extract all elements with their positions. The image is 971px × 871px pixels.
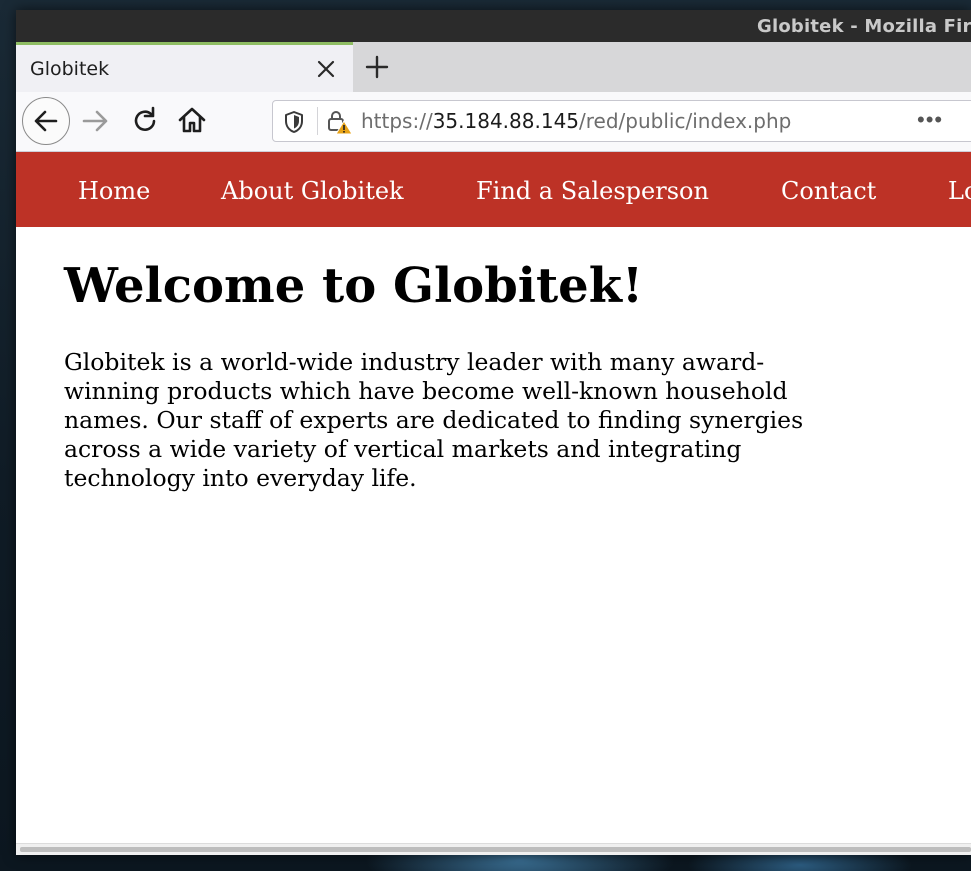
lock-warning-icon[interactable] bbox=[327, 109, 353, 135]
shield-icon[interactable] bbox=[283, 110, 305, 134]
url-scheme: https:// bbox=[361, 109, 433, 133]
nav-link-home[interactable]: Home bbox=[78, 177, 150, 205]
tab-label: Globitek bbox=[30, 58, 110, 80]
url-text[interactable]: https://35.184.88.145/red/public/index.p… bbox=[361, 109, 791, 133]
nav-link-login[interactable]: Login bbox=[948, 177, 971, 205]
back-button[interactable] bbox=[22, 97, 70, 145]
home-icon[interactable] bbox=[176, 104, 208, 136]
url-host: 35.184.88.145 bbox=[432, 109, 580, 133]
back-arrow-icon bbox=[34, 110, 58, 132]
tab-strip: Globitek bbox=[16, 42, 971, 92]
close-icon[interactable] bbox=[314, 57, 338, 81]
nav-link-about[interactable]: About Globitek bbox=[221, 177, 404, 205]
url-separator bbox=[317, 107, 318, 135]
scrollbar-thumb[interactable] bbox=[20, 847, 971, 852]
reload-icon[interactable] bbox=[129, 105, 161, 137]
page-content: Home About Globitek Find a Salesperson C… bbox=[16, 152, 971, 855]
forward-arrow-icon[interactable] bbox=[80, 105, 112, 137]
url-bar[interactable]: https://35.184.88.145/red/public/index.p… bbox=[272, 100, 971, 142]
title-bar: Globitek - Mozilla Firefox bbox=[16, 10, 971, 42]
intro-paragraph: Globitek is a world-wide industry leader… bbox=[64, 348, 804, 492]
tab-globitek[interactable]: Globitek bbox=[16, 42, 353, 92]
navigation-toolbar: https://35.184.88.145/red/public/index.p… bbox=[16, 92, 971, 152]
nav-link-contact[interactable]: Contact bbox=[781, 177, 876, 205]
horizontal-scrollbar[interactable] bbox=[16, 843, 971, 855]
window-title: Globitek - Mozilla Firefox bbox=[757, 16, 971, 37]
url-path: /red/public/index.php bbox=[579, 109, 792, 133]
page-title: Welcome to Globitek! bbox=[64, 258, 644, 314]
browser-window: Globitek - Mozilla Firefox Globitek bbox=[16, 10, 971, 855]
site-nav: Home About Globitek Find a Salesperson C… bbox=[16, 152, 971, 227]
plus-icon[interactable] bbox=[364, 54, 390, 80]
nav-link-find-salesperson[interactable]: Find a Salesperson bbox=[476, 177, 709, 205]
ellipsis-icon[interactable]: ••• bbox=[917, 107, 943, 133]
